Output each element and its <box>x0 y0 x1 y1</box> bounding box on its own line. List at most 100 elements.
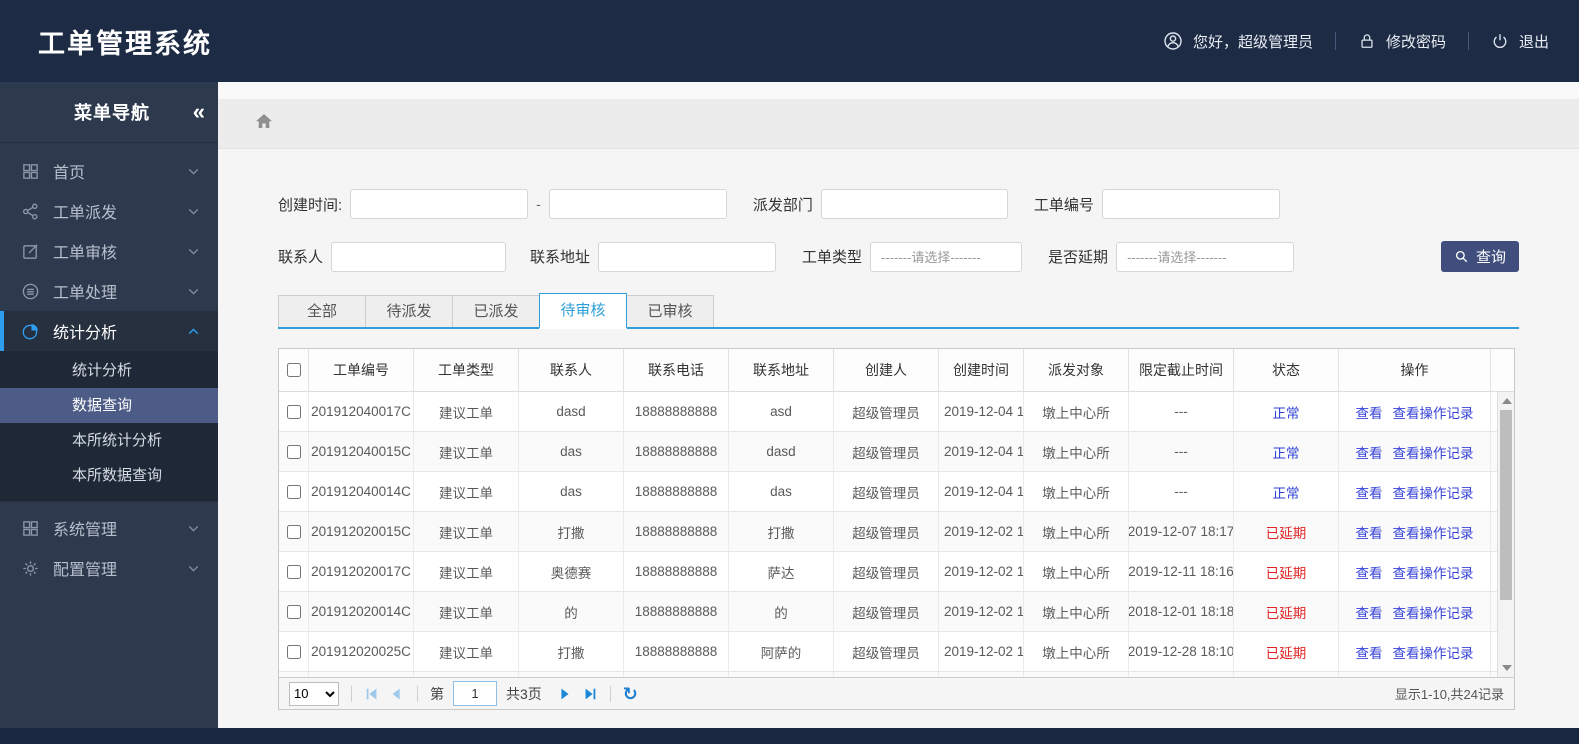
user-greeting[interactable]: 您好，超级管理员 <box>1163 31 1313 52</box>
chevron-up-icon <box>185 323 202 340</box>
change-password-button[interactable]: 修改密码 <box>1358 31 1446 52</box>
sidebar-header: 菜单导航 « <box>0 82 218 143</box>
row-checkbox-cell <box>279 432 309 471</box>
row-checkbox[interactable] <box>287 564 301 579</box>
row-checkbox[interactable] <box>287 404 301 419</box>
scrollbar-thumb[interactable] <box>1500 410 1512 600</box>
header-right: 您好，超级管理员 修改密码 退出 <box>1163 31 1549 52</box>
cell-status: 已延期 <box>1234 552 1339 591</box>
row-checkbox-cell <box>279 592 309 631</box>
cell-deadline: 2018-12-01 18:18 <box>1129 592 1234 631</box>
sidebar-item-system[interactable]: 系统管理 <box>0 508 218 548</box>
chevron-down-icon <box>185 283 202 300</box>
sidebar-item-process[interactable]: 工单处理 <box>0 271 218 311</box>
row-checkbox[interactable] <box>287 644 301 659</box>
view-log-link[interactable]: 查看操作记录 <box>1393 442 1474 462</box>
column-header-创建人: 创建人 <box>834 349 939 391</box>
sidebar-subitem[interactable]: 本所数据查询 <box>0 458 218 493</box>
order-type-label: 工单类型 <box>802 249 863 266</box>
sidebar-subitem[interactable]: 统计分析 <box>0 353 218 388</box>
prev-page-button[interactable] <box>389 686 405 702</box>
sidebar-item-review[interactable]: 工单审核 <box>0 231 218 271</box>
cell-target: 墩上中心所 <box>1024 392 1129 431</box>
tab-全部[interactable]: 全部 <box>278 295 366 327</box>
view-log-link[interactable]: 查看操作记录 <box>1393 602 1474 622</box>
greeting-text: 您好，超级管理员 <box>1192 33 1313 51</box>
sidebar-subitem[interactable]: 本所统计分析 <box>0 423 218 458</box>
sidebar-item-stats[interactable]: 统计分析 <box>0 311 218 351</box>
select-placeholder: -------请选择------- <box>1127 250 1227 265</box>
cell-status: 正常 <box>1234 472 1339 511</box>
sidebar-collapse-icon[interactable]: « <box>193 101 205 123</box>
view-link[interactable]: 查看 <box>1356 442 1383 462</box>
date-to-input[interactable] <box>548 189 727 219</box>
tab-待审核[interactable]: 待审核 <box>539 293 627 329</box>
view-link[interactable]: 查看 <box>1356 522 1383 542</box>
home-icon[interactable] <box>254 111 274 136</box>
contact-label: 联系人 <box>278 249 324 266</box>
order-type-select[interactable]: -------请选择------- <box>870 241 1023 272</box>
chevron-down-icon <box>998 250 1014 269</box>
search-button[interactable]: 查询 <box>1441 241 1519 272</box>
view-log-link[interactable]: 查看操作记录 <box>1393 562 1474 582</box>
filter-row-1: 创建时间: - 派发部门 工单编号 <box>278 189 1519 219</box>
select-all-checkbox[interactable] <box>287 363 301 377</box>
scroll-up-arrow-icon[interactable] <box>1502 398 1512 404</box>
cell-type: 建议工单 <box>414 592 519 631</box>
address-input[interactable] <box>598 241 777 272</box>
cell-id: 201912020025C <box>309 632 414 671</box>
sidebar-submenu: 统计分析 数据查询 本所统计分析 本所数据查询 <box>0 351 218 502</box>
sidebar-title: 菜单导航 <box>74 103 150 123</box>
row-checkbox[interactable] <box>287 444 301 459</box>
page-size-select[interactable]: 10 <box>289 681 339 706</box>
sidebar-subitem-active[interactable]: 数据查询 <box>0 388 218 423</box>
view-link[interactable]: 查看 <box>1356 482 1383 502</box>
view-link[interactable]: 查看 <box>1356 402 1383 422</box>
select-all-cell <box>279 349 309 391</box>
cell-phone: 18888888888 <box>624 592 729 631</box>
order-no-input[interactable] <box>1101 189 1280 219</box>
cell-id: 201912040017C <box>309 392 414 431</box>
sidebar-item-config[interactable]: 配置管理 <box>0 548 218 588</box>
cell-status: 已延期 <box>1234 512 1339 551</box>
last-page-button[interactable] <box>582 686 598 702</box>
page-prefix-label: 第 <box>430 685 444 702</box>
delay-select[interactable]: -------请选择------- <box>1116 241 1295 272</box>
cell-actions: 查看 查看操作记录 <box>1339 512 1491 551</box>
cell-creator: 超级管理员 <box>834 552 939 591</box>
tab-已审核[interactable]: 已审核 <box>626 295 714 327</box>
dispatch-dept-select[interactable] <box>820 189 1008 219</box>
view-link[interactable]: 查看 <box>1356 602 1383 622</box>
refresh-icon[interactable]: ↻ <box>623 685 638 703</box>
view-log-link[interactable]: 查看操作记录 <box>1393 642 1474 662</box>
page-number-input[interactable] <box>453 681 497 706</box>
cell-status: 已延期 <box>1234 632 1339 671</box>
date-from-input[interactable] <box>350 189 529 219</box>
cell-actions: 查看 查看操作记录 <box>1339 592 1491 631</box>
sidebar-item-dispatch[interactable]: 工单派发 <box>0 191 218 231</box>
next-page-button[interactable] <box>557 686 573 702</box>
first-page-button[interactable] <box>364 686 380 702</box>
tab-待派发[interactable]: 待派发 <box>365 295 453 327</box>
sidebar-item-label: 首页 <box>53 165 86 182</box>
row-checkbox[interactable] <box>287 484 301 499</box>
filter-row-2: 联系人 联系地址 工单类型 -------请选择------- 是否延期 ---… <box>278 241 1519 272</box>
total-pages-label: 共3页 <box>506 685 542 702</box>
view-link[interactable]: 查看 <box>1356 642 1383 662</box>
scroll-down-arrow-icon[interactable] <box>1502 665 1512 671</box>
contact-input[interactable] <box>331 241 507 272</box>
column-header-状态: 状态 <box>1234 349 1339 391</box>
view-log-link[interactable]: 查看操作记录 <box>1393 402 1474 422</box>
cell-actions: 查看 查看操作记录 <box>1339 432 1491 471</box>
sidebar-item-home[interactable]: 首页 <box>0 151 218 191</box>
view-log-link[interactable]: 查看操作记录 <box>1393 522 1474 542</box>
cell-status: 正常 <box>1234 392 1339 431</box>
view-log-link[interactable]: 查看操作记录 <box>1393 482 1474 502</box>
logout-button[interactable]: 退出 <box>1491 31 1549 52</box>
cell-actions: 查看 查看操作记录 <box>1339 552 1491 591</box>
row-checkbox[interactable] <box>287 604 301 619</box>
row-checkbox[interactable] <box>287 524 301 539</box>
tab-已派发[interactable]: 已派发 <box>452 295 540 327</box>
vertical-scrollbar[interactable] <box>1497 392 1514 677</box>
view-link[interactable]: 查看 <box>1356 562 1383 582</box>
